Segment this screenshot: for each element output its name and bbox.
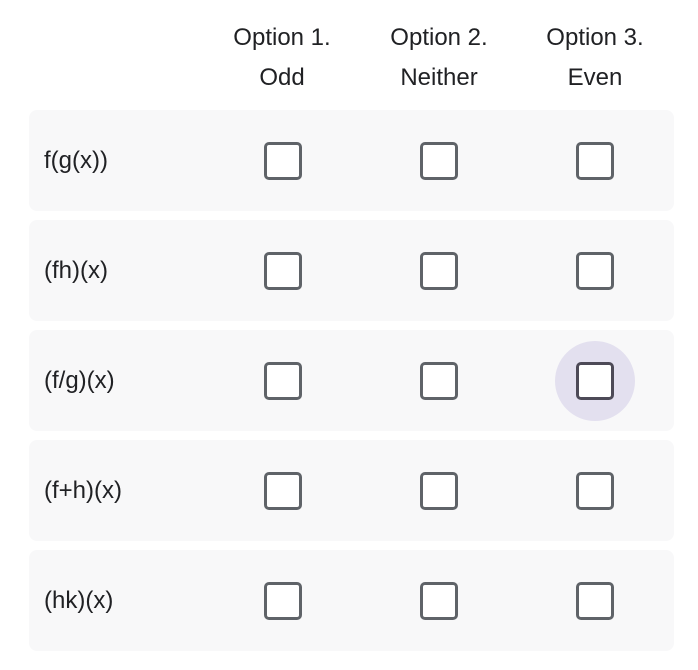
checkbox-even[interactable] bbox=[576, 361, 614, 400]
row-label: (fh)(x) bbox=[44, 257, 108, 284]
column-header-label: Even bbox=[567, 64, 623, 91]
checkbox-neither[interactable] bbox=[420, 361, 458, 400]
checkbox-neither[interactable] bbox=[420, 581, 458, 620]
checkbox-neither[interactable] bbox=[420, 251, 458, 290]
grid-row: (fh)(x) bbox=[29, 220, 674, 321]
checkbox-odd[interactable] bbox=[264, 251, 302, 290]
column-header-option: Option 1. bbox=[233, 24, 331, 51]
row-label: (f/g)(x) bbox=[44, 367, 115, 394]
checkbox-odd[interactable] bbox=[264, 361, 302, 400]
row-label: f(g(x)) bbox=[44, 147, 108, 174]
checkbox-odd[interactable] bbox=[264, 581, 302, 620]
column-header-option: Option 2. bbox=[390, 24, 488, 51]
row-label: (f+h)(x) bbox=[44, 477, 122, 504]
column-header-even: Option 3. Even bbox=[517, 18, 673, 98]
grid-row: (hk)(x) bbox=[29, 550, 674, 651]
checkbox-even[interactable] bbox=[576, 141, 614, 180]
column-header-label: Neither bbox=[400, 64, 478, 91]
column-headers: Option 1. Odd Option 2. Neither Option 3… bbox=[0, 18, 698, 108]
column-header-odd: Option 1. Odd bbox=[204, 18, 360, 98]
checkbox-neither[interactable] bbox=[420, 141, 458, 180]
column-header-label: Odd bbox=[259, 64, 305, 91]
focus-halo bbox=[555, 340, 635, 421]
column-header-option: Option 3. bbox=[546, 24, 644, 51]
grid-row: f(g(x)) bbox=[29, 110, 674, 211]
checkbox-neither[interactable] bbox=[420, 471, 458, 510]
checkbox-even[interactable] bbox=[576, 581, 614, 620]
grid-row: (f+h)(x) bbox=[29, 440, 674, 541]
grid-row: (f/g)(x) bbox=[29, 330, 674, 431]
checkbox-even[interactable] bbox=[576, 471, 614, 510]
checkbox-even[interactable] bbox=[576, 251, 614, 290]
checkbox-odd[interactable] bbox=[264, 141, 302, 180]
checkbox-odd[interactable] bbox=[264, 471, 302, 510]
column-header-neither: Option 2. Neither bbox=[361, 18, 517, 98]
row-label: (hk)(x) bbox=[44, 587, 114, 614]
